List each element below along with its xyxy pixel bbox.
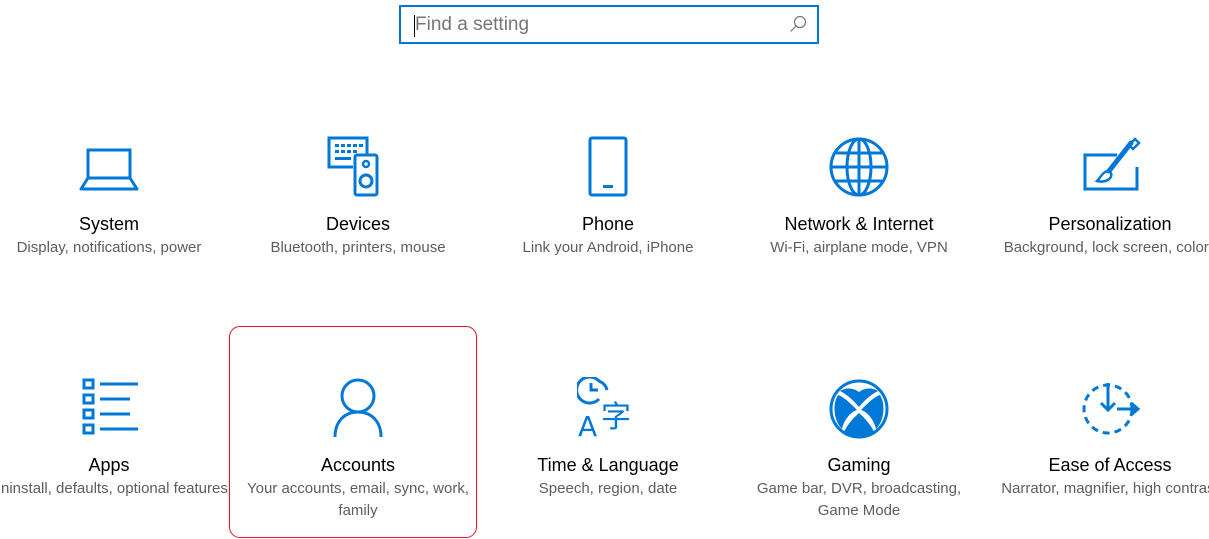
ease-of-access-icon [1082, 383, 1141, 435]
category-description: Bluetooth, printers, mouse [270, 239, 446, 256]
paintbrush-monitor-icon [1083, 137, 1141, 191]
category-name: Personalization [1048, 214, 1172, 234]
category-name: Gaming [827, 455, 891, 475]
category-name: Devices [325, 214, 391, 234]
person-icon [333, 378, 383, 438]
search-icon[interactable] [789, 15, 807, 33]
category-name: Apps [88, 455, 130, 475]
keyboard-speaker-icon [327, 136, 379, 197]
category-description: Background, lock screen, colors [1003, 239, 1209, 256]
search-input[interactable] [415, 7, 775, 42]
category-name: System [78, 214, 139, 234]
globe-icon [829, 137, 889, 197]
category-description: Link your Android, iPhone [522, 239, 694, 256]
svg-text:A: A [578, 410, 597, 439]
clock-language-icon: A 字 [577, 377, 631, 439]
category-description: Your accounts, email, sync, work, family [246, 480, 470, 519]
category-name: Ease of Access [1048, 455, 1172, 475]
svg-text:字: 字 [601, 400, 631, 435]
category-description: Display, notifications, power [16, 239, 202, 256]
category-description: Wi-Fi, airplane mode, VPN [770, 239, 948, 256]
phone-icon [588, 136, 628, 197]
category-description: Speech, region, date [538, 480, 678, 497]
category-name: Phone [581, 214, 635, 234]
category-name: Time & Language [537, 455, 679, 475]
category-description: Uninstall, defaults, optional features [0, 480, 228, 497]
laptop-icon [79, 148, 139, 191]
category-description: Game bar, DVR, broadcasting, Game Mode [756, 480, 962, 519]
category-name: Accounts [320, 455, 396, 475]
category-description: Narrator, magnifier, high contrast [1001, 480, 1209, 497]
category-name: Network & Internet [784, 214, 934, 234]
search-box[interactable] [399, 5, 819, 44]
xbox-icon [829, 379, 889, 439]
apps-list-icon [82, 378, 138, 435]
